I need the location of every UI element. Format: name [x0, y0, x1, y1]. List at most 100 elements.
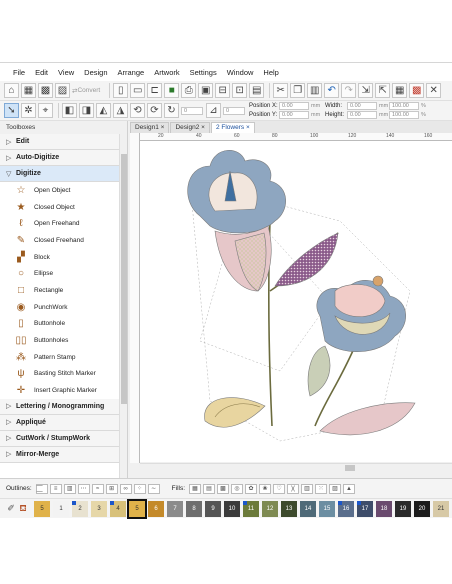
paste-icon[interactable]: ▥ — [307, 83, 323, 98]
fill-pattern-5-icon[interactable]: ✿ — [245, 483, 258, 494]
fill-pattern-2-icon[interactable]: ▤ — [203, 483, 216, 494]
mirror-horizontal-icon[interactable]: ◭ — [96, 103, 111, 118]
candlewick-icon[interactable]: ⊞ — [105, 483, 118, 494]
menu-design[interactable]: Design — [79, 68, 112, 77]
eyedropper-icon[interactable]: ✐ — [6, 503, 16, 514]
print-icon[interactable]: ⎙ — [181, 83, 197, 98]
section-applique[interactable]: ▷ Appliqué — [0, 414, 127, 431]
fill-pattern-7-icon[interactable]: ♡ — [273, 483, 286, 494]
fill-pattern-6-icon[interactable]: ❀ — [259, 483, 272, 494]
menu-view[interactable]: View — [53, 68, 79, 77]
thread-chip[interactable]: 18 — [376, 500, 392, 517]
create-design-icon[interactable]: ▦ — [21, 83, 36, 98]
triple-stitch-icon[interactable]: ≡ — [49, 483, 62, 494]
blackwork-icon[interactable]: ∼ — [147, 483, 160, 494]
section-lettering[interactable]: ▷ Lettering / Monogramming — [0, 398, 127, 415]
select-arrow-icon[interactable]: ➘ — [4, 103, 19, 118]
fill-pattern-4-icon[interactable]: ◎ — [231, 483, 244, 494]
thread-chip[interactable]: 1 — [53, 500, 69, 517]
running-stitch-icon[interactable]: — — — [35, 483, 48, 495]
tool-buttonhole[interactable]: ▯ Buttonhole — [0, 316, 127, 333]
new-file-icon[interactable]: ▯ — [113, 83, 129, 98]
export-icon[interactable]: ⊡ — [232, 83, 248, 98]
tab-2-flowers[interactable]: 2 Flowers × — [210, 122, 255, 133]
close-icon[interactable]: × — [161, 124, 165, 131]
thread-chip[interactable]: 21 — [433, 500, 449, 517]
backstitch-icon[interactable]: ∞ — [119, 483, 132, 494]
open-file-icon[interactable]: ▭ — [130, 83, 146, 98]
motif-outline-icon[interactable]: ≈ — [91, 483, 104, 494]
thread-chip[interactable]: 20 — [414, 500, 430, 517]
position-x-input[interactable]: 0.00 — [279, 102, 309, 110]
thread-chip[interactable]: 5 — [34, 500, 50, 517]
print-preview-icon[interactable]: ▣ — [198, 83, 214, 98]
tool-open-object[interactable]: ☆ Open Object — [0, 182, 127, 199]
menu-arrange[interactable]: Arrange — [113, 68, 150, 77]
position-y-input[interactable]: 0.00 — [279, 111, 309, 119]
section-edit[interactable]: ▷ Edit — [0, 134, 127, 150]
thread-chip[interactable]: 15 — [319, 500, 335, 517]
tool-insert-graphic[interactable]: ✛ Insert Graphic Marker — [0, 382, 127, 399]
thread-chip[interactable]: 7 — [167, 500, 183, 517]
tool-rectangle[interactable]: □ Rectangle — [0, 282, 127, 299]
thread-chip[interactable]: 9 — [205, 500, 221, 517]
rotate-right-icon[interactable]: ⟳ — [147, 103, 162, 118]
save-icon[interactable]: ■ — [164, 83, 180, 98]
tool-block[interactable]: ▞ Block — [0, 249, 127, 266]
fill-pattern-10-icon[interactable]: ⁙ — [315, 483, 328, 494]
menu-artwork[interactable]: Artwork — [149, 68, 184, 77]
design-canvas[interactable] — [140, 141, 452, 462]
cut-icon[interactable]: ✂ — [273, 83, 289, 98]
open-wizard-icon[interactable]: ▨ — [55, 83, 70, 98]
redo-icon[interactable]: ↷ — [341, 83, 357, 98]
canvas-horizontal-scrollbar[interactable] — [140, 463, 452, 471]
section-cutwork[interactable]: ▷ CutWork / StumpWork — [0, 430, 127, 447]
rotate-left-icon[interactable]: ⟲ — [130, 103, 145, 118]
thread-chip[interactable]: 10 — [224, 500, 240, 517]
thread-chip[interactable]: 16 — [338, 500, 354, 517]
import-icon[interactable]: ⇲ — [358, 83, 374, 98]
thread-chip[interactable]: 5 — [127, 498, 147, 519]
undo-icon[interactable]: ↶ — [324, 83, 340, 98]
thread-chip[interactable]: 4 — [110, 500, 126, 517]
scrollbar-thumb[interactable] — [345, 465, 355, 471]
menu-settings[interactable]: Settings — [185, 68, 222, 77]
tool-pattern-stamp[interactable]: ⁂ Pattern Stamp — [0, 349, 127, 366]
photo-icon[interactable]: ▤ — [249, 83, 265, 98]
menu-file[interactable]: File — [8, 68, 30, 77]
align-left-icon[interactable]: ◧ — [62, 103, 77, 118]
skew-input[interactable]: 0 — [223, 106, 245, 115]
align-right-icon[interactable]: ◨ — [79, 103, 94, 118]
tool-punchwork[interactable]: ◉ PunchWork — [0, 299, 127, 316]
home-icon[interactable]: ⌂ — [4, 83, 19, 98]
dot-stitch-icon[interactable]: ⁘ — [133, 483, 146, 494]
height-input[interactable]: 0.00 — [347, 111, 377, 119]
thread-chip[interactable]: 12 — [262, 500, 278, 517]
tab-design1[interactable]: Design1 × — [130, 122, 170, 133]
colors-icon[interactable]: ▩ — [409, 83, 425, 98]
close-icon[interactable]: × — [201, 124, 205, 131]
rotate-angle-input[interactable]: 0 — [181, 106, 203, 115]
wizard-icon[interactable]: ▩ — [38, 83, 53, 98]
tool-open-freehand[interactable]: ℓ Open Freehand — [0, 215, 127, 232]
bean-stitch-icon[interactable]: ⋯ — [77, 483, 90, 494]
thread-chip[interactable]: 8 — [186, 500, 202, 517]
width-input[interactable]: 0.00 — [347, 102, 377, 110]
scale-x-input[interactable]: 100.00 — [389, 102, 419, 110]
rotate-angle-icon[interactable]: ↻ — [164, 103, 179, 118]
fill-pattern-11-icon[interactable]: ▨ — [329, 483, 342, 494]
fill-pattern-9-icon[interactable]: ▥ — [301, 483, 314, 494]
menu-help[interactable]: Help — [258, 68, 283, 77]
tool-basting-stitch[interactable]: ψ Basting Stitch Marker — [0, 366, 127, 383]
thread-chip[interactable]: 11 — [243, 500, 259, 517]
mirror-vertical-icon[interactable]: ◮ — [113, 103, 128, 118]
fill-pattern-3-icon[interactable]: ▩ — [217, 483, 230, 494]
section-digitize[interactable]: ▽ Digitize — [0, 166, 127, 182]
scale-y-input[interactable]: 100.00 — [389, 111, 419, 119]
thread-chip[interactable]: 14 — [300, 500, 316, 517]
export-file-icon[interactable]: ⇱ — [375, 83, 391, 98]
menu-edit[interactable]: Edit — [30, 68, 53, 77]
convert-button[interactable]: ⇄ Convert — [72, 87, 100, 95]
fill-pattern-12-icon[interactable]: ▲ — [343, 483, 356, 494]
thread-chip[interactable]: 2 — [72, 500, 88, 517]
